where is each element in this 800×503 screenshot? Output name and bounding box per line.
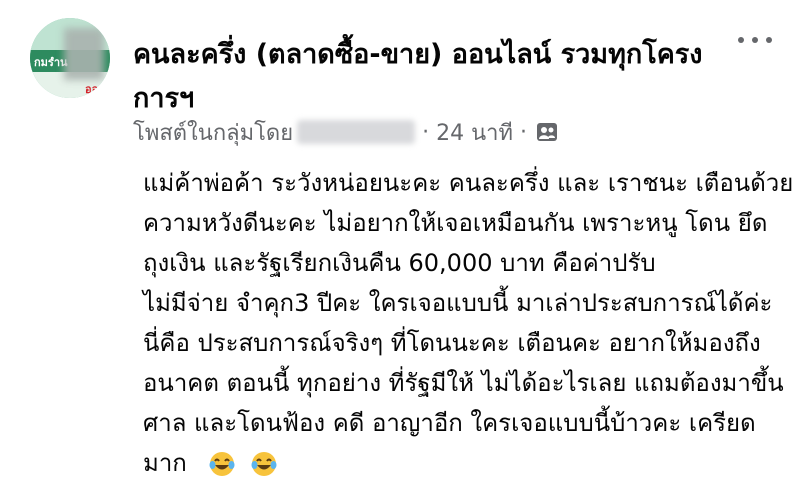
- laughing-tears-emoji-icon-2: [251, 452, 277, 476]
- post-text-line-8-wrap: มาก: [143, 443, 773, 483]
- more-options-icon[interactable]: [738, 28, 772, 52]
- redacted-author-name[interactable]: [297, 120, 416, 144]
- facebook-post: กมรำน ออ คนละครึ่ง (ตลาดซื้อ-ขาย) ออนไลน…: [0, 0, 800, 503]
- more-dot-2: [752, 37, 758, 43]
- laughing-tears-emoji-icon: [209, 452, 235, 476]
- post-text-line-7: ศาล และโดนฟ้อง คดี อาญาอีก ใครเจอแบบนี้บ…: [143, 409, 756, 437]
- avatar-text-2: ออ: [85, 83, 99, 96]
- post-text-line-6: อนาคต ตอนนี้ ทุกอย่าง ที่รัฐมีให้ ไม่ได้…: [143, 369, 784, 397]
- post-text-line-5: นี่คือ ประสบการณ์จริงๆ ที่โดนนะคะ เตือนค…: [143, 329, 761, 357]
- post-meta: โพสต์ในกลุ่มโดย · 24 นาที ·: [133, 117, 558, 147]
- post-timestamp[interactable]: 24 นาที: [436, 115, 513, 150]
- post-text-line-3: ถุงเงิน และรัฐเรียกเงินคืน 60,000 บาท คื…: [143, 249, 656, 277]
- posted-in-group-by-label: โพสต์ในกลุ่มโดย: [133, 120, 294, 146]
- avatar-text: กมรำน: [34, 56, 68, 69]
- avatar-blur: [64, 28, 104, 80]
- meta-dot: ·: [422, 119, 430, 145]
- more-dot-3: [766, 37, 772, 43]
- meta-dot-2: ·: [520, 119, 528, 145]
- group-name-link[interactable]: คนละครึ่ง (ตลาดซื้อ-ขาย) ออนไลน์ รวมทุกโ…: [133, 33, 723, 121]
- group-icon: [537, 123, 558, 141]
- post-text-line-1: แม่ค้าพ่อค้า ระวังหน่อยนะคะ คนละครึ่ง แล…: [143, 169, 794, 197]
- post-text-line-8: มาก: [143, 449, 187, 477]
- post-text-line-2: ความหวังดีนะคะ ไม่อยากให้เจอเหมือนกัน เพ…: [143, 209, 768, 237]
- post-text-line-4: ไม่มีจ่าย จำคุก3 ปีคะ ใครเจอแบบนี้ มาเล่…: [143, 289, 773, 317]
- post-body: แม่ค้าพ่อค้า ระวังหน่อยนะคะ คนละครึ่ง แล…: [143, 163, 794, 483]
- more-dot-1: [738, 37, 744, 43]
- group-avatar[interactable]: กมรำน ออ: [30, 18, 110, 98]
